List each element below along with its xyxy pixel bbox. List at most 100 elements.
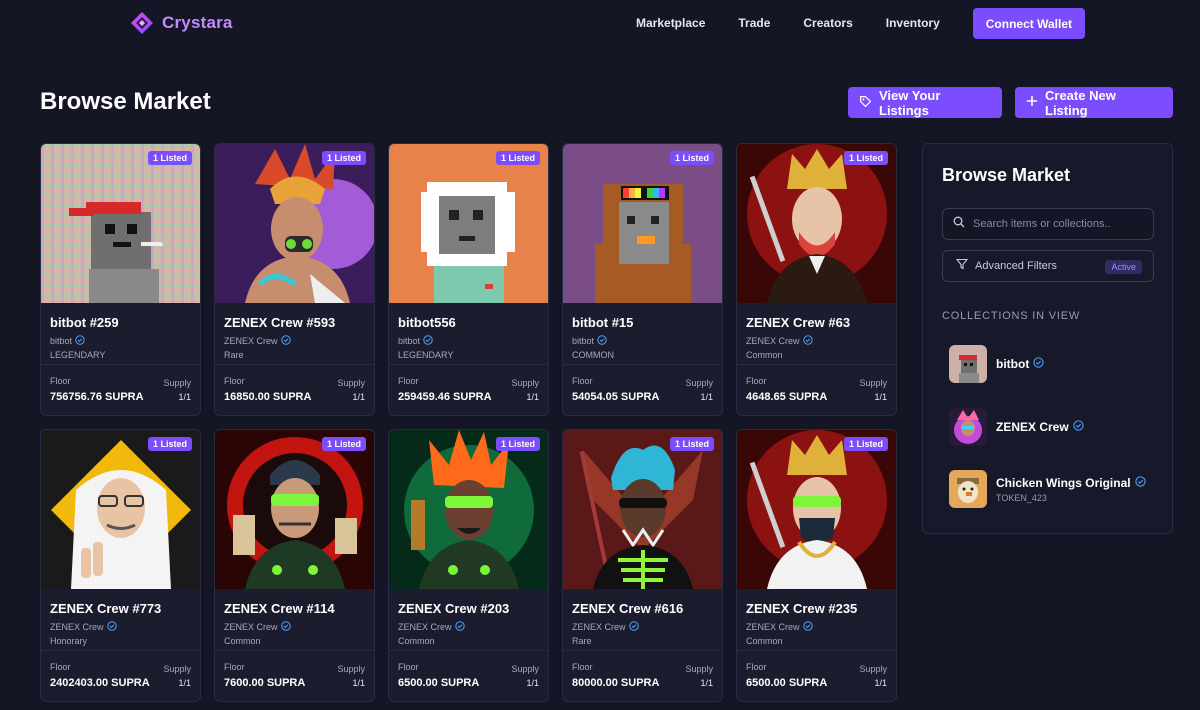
listed-badge: 1 Listed (147, 151, 192, 165)
collection-item-bitbot[interactable]: bitbot (949, 345, 1044, 383)
nav-marketplace[interactable]: Marketplace (636, 8, 705, 39)
create-listing-button[interactable]: Create New Listing (1015, 87, 1173, 118)
floor-price: 7600.00 SUPRA (224, 677, 306, 689)
floor-price: 259459.46 SUPRA (398, 391, 492, 403)
verified-icon (280, 335, 291, 347)
view-listings-button[interactable]: View Your Listings (848, 87, 1002, 118)
card-title: ZENEX Crew #773 (50, 601, 162, 616)
card-divider (41, 364, 200, 365)
page-title: Browse Market (40, 88, 211, 115)
supply-label: Supply (163, 664, 191, 674)
card-collection[interactable]: ZENEX Crew (224, 335, 365, 347)
card-collection[interactable]: bitbot (398, 335, 539, 347)
verified-icon (106, 621, 117, 633)
card-divider (389, 364, 548, 365)
collection-name: bitbot (50, 336, 73, 346)
card-title: ZENEX Crew #203 (398, 601, 510, 616)
listed-badge: 1 Listed (495, 437, 540, 451)
advanced-filters-button[interactable]: Advanced Filters Active (942, 250, 1154, 282)
brand-logo[interactable]: Crystara (130, 11, 233, 35)
card-title: ZENEX Crew #114 (224, 601, 335, 616)
supply-value: 1/1 (526, 392, 539, 402)
search-field[interactable] (942, 208, 1154, 240)
supply-label: Supply (685, 664, 713, 674)
nft-image: 1 Listed (737, 144, 896, 303)
nft-card[interactable]: 1 Listed ZENEX Crew #114 ZENEX Crew Comm… (214, 429, 375, 702)
collection-name: ZENEX Crew (746, 622, 800, 632)
nft-card[interactable]: 1 Listed bitbot #15 bitbot COMMON Floor … (562, 143, 723, 416)
nft-card[interactable]: 1 Listed ZENEX Crew #593 ZENEX Crew Rare… (214, 143, 375, 416)
collection-item-chicken-wings[interactable]: Chicken Wings Original TOKEN_423 (949, 470, 1146, 508)
card-collection[interactable]: ZENEX Crew (746, 621, 887, 633)
nft-card[interactable]: 1 Listed ZENEX Crew #616 ZENEX Crew Rare… (562, 429, 723, 702)
card-divider (215, 650, 374, 651)
nft-card[interactable]: 1 Listed ZENEX Crew #203 ZENEX Crew Comm… (388, 429, 549, 702)
card-title: ZENEX Crew #593 (224, 315, 336, 330)
card-divider (215, 364, 374, 365)
card-rarity: Common (746, 636, 783, 646)
card-collection[interactable]: bitbot (50, 335, 191, 347)
listed-badge: 1 Listed (669, 437, 714, 451)
nft-card[interactable]: 1 Listed bitbot #259 bitbot LEGENDARY Fl… (40, 143, 201, 416)
nav-creators[interactable]: Creators (803, 8, 852, 39)
card-rarity: Rare (224, 350, 244, 360)
supply-label: Supply (511, 664, 539, 674)
collection-item-zenex-crew[interactable]: ZENEX Crew (949, 408, 1084, 446)
filters-label: Advanced Filters (975, 260, 1057, 272)
card-rarity: Honorary (50, 636, 88, 646)
nav-trade[interactable]: Trade (738, 8, 770, 39)
collection-avatar (949, 470, 987, 508)
floor-label: Floor (572, 376, 593, 386)
card-collection[interactable]: bitbot (572, 335, 713, 347)
floor-price: 16850.00 SUPRA (224, 391, 312, 403)
supply-value: 1/1 (874, 392, 887, 402)
nft-card[interactable]: 1 Listed ZENEX Crew #773 ZENEX Crew Hono… (40, 429, 201, 702)
card-title: ZENEX Crew #235 (746, 601, 858, 616)
collection-name: ZENEX Crew (224, 336, 278, 346)
brand-name: Crystara (162, 13, 233, 32)
nft-image: 1 Listed (563, 430, 722, 589)
floor-label: Floor (572, 662, 593, 672)
verified-icon (802, 621, 813, 633)
collection-name: ZENEX Crew (50, 622, 104, 632)
nft-image: 1 Listed (389, 430, 548, 589)
supply-label: Supply (859, 664, 887, 674)
supply-label: Supply (859, 378, 887, 388)
collection-name: ZENEX Crew (398, 622, 452, 632)
nft-card[interactable]: 1 Listed ZENEX Crew #235 ZENEX Crew Comm… (736, 429, 897, 702)
browse-sidebar: Browse Market Advanced Filters Active CO… (922, 143, 1173, 534)
supply-value: 1/1 (352, 678, 365, 688)
main-nav: Marketplace Trade Creators Inventory Con… (636, 8, 1085, 39)
nft-card[interactable]: 1 Listed ZENEX Crew #63 ZENEX Crew Commo… (736, 143, 897, 416)
verified-icon (628, 621, 639, 633)
nft-image: 1 Listed (41, 430, 200, 589)
card-rarity: COMMON (572, 350, 614, 360)
card-collection[interactable]: ZENEX Crew (398, 621, 539, 633)
card-divider (737, 650, 896, 651)
card-collection[interactable]: ZENEX Crew (50, 621, 191, 633)
supply-label: Supply (337, 664, 365, 674)
card-rarity: Common (398, 636, 435, 646)
nft-image: 1 Listed (737, 430, 896, 589)
supply-value: 1/1 (352, 392, 365, 402)
card-collection[interactable]: ZENEX Crew (746, 335, 887, 347)
listed-badge: 1 Listed (321, 151, 366, 165)
search-input[interactable] (973, 218, 1143, 230)
listed-badge: 1 Listed (495, 151, 540, 165)
collection-avatar (949, 408, 987, 446)
nav-inventory[interactable]: Inventory (886, 8, 940, 39)
top-navigation: Crystara Marketplace Trade Creators Inve… (0, 0, 1200, 48)
card-collection[interactable]: ZENEX Crew (572, 621, 713, 633)
connect-wallet-button[interactable]: Connect Wallet (972, 8, 1085, 39)
card-collection[interactable]: ZENEX Crew (224, 621, 365, 633)
collections-header: COLLECTIONS IN VIEW (942, 310, 1081, 322)
supply-value: 1/1 (700, 678, 713, 688)
listed-badge: 1 Listed (147, 437, 192, 451)
listed-badge: 1 Listed (321, 437, 366, 451)
nft-image: 1 Listed (389, 144, 548, 303)
nft-card[interactable]: 1 Listed bitbot556 bitbot LEGENDARY Floo… (388, 143, 549, 416)
card-rarity: Common (224, 636, 261, 646)
collection-name: ZENEX Crew (746, 336, 800, 346)
nft-image: 1 Listed (563, 144, 722, 303)
collection-name: bitbot (996, 357, 1030, 371)
